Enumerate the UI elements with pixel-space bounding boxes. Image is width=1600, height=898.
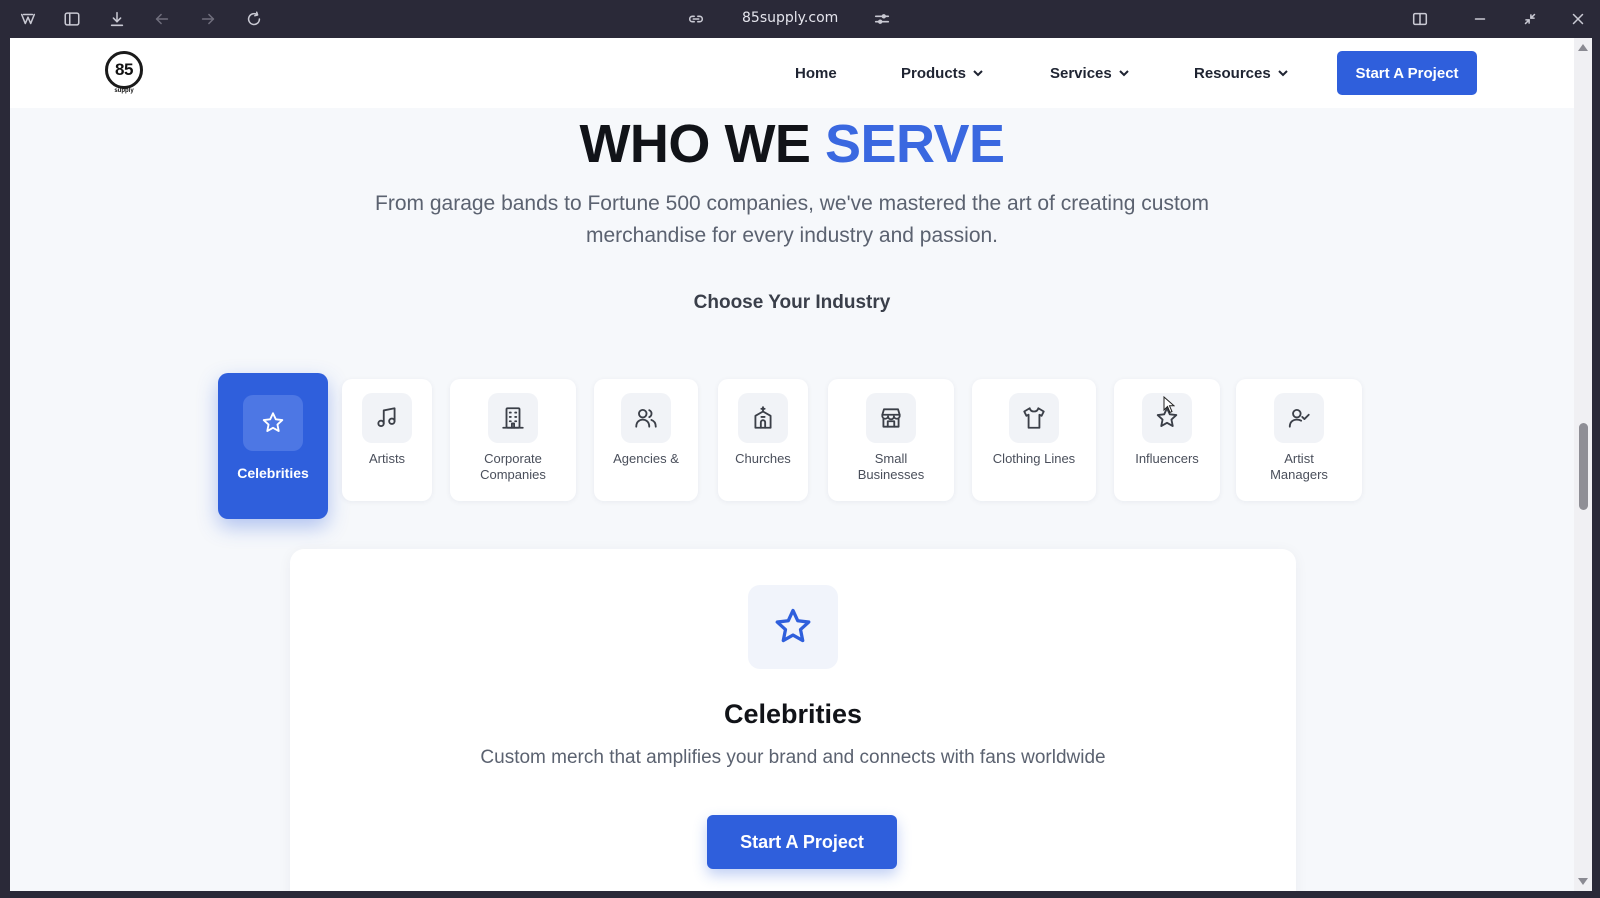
industry-label: Influencers: [1135, 451, 1199, 466]
section-title-main: WHO WE: [579, 114, 825, 174]
industry-label: Clothing Lines: [992, 451, 1076, 466]
industry-detail-panel: Celebrities Custom merch that amplifies …: [290, 549, 1296, 891]
industry-label: Artist Managers: [1270, 451, 1328, 482]
industry-label: Agencies &: [613, 451, 679, 466]
industry-icon-box: [1009, 393, 1059, 443]
chevron-down-icon: [1119, 70, 1129, 77]
section-title-accent: SERVE: [824, 114, 1005, 174]
header-start-project-button[interactable]: Start A Project: [1337, 51, 1477, 95]
nav-services-label: Services: [1050, 64, 1112, 82]
industry-tab-small-businesses[interactable]: Small Businesses: [828, 379, 954, 501]
nav-resources-label: Resources: [1194, 64, 1271, 82]
close-icon[interactable]: [1568, 9, 1588, 29]
chevron-down-icon: [1278, 70, 1288, 77]
building-icon: [502, 407, 524, 429]
industry-tab-artists[interactable]: Artists: [342, 379, 432, 501]
scrollbar-thumb[interactable]: [1579, 423, 1588, 510]
industry-icon-box: [738, 393, 788, 443]
nav-products[interactable]: Products: [901, 38, 984, 108]
detail-start-project-button[interactable]: Start A Project: [707, 815, 897, 869]
sidebar-toggle-icon[interactable]: [62, 9, 82, 29]
logo-subtext: supply: [114, 88, 134, 94]
browser-logo-icon[interactable]: [18, 9, 38, 29]
site-settings-icon[interactable]: [872, 9, 892, 29]
detail-description: Custom merch that amplifies your brand a…: [480, 747, 1106, 768]
choose-industry-label: Choose Your Industry: [693, 292, 891, 313]
industry-label: Churches: [735, 451, 791, 466]
industry-icon-box: [621, 393, 671, 443]
section-title: WHO WE SERVE: [10, 113, 1574, 175]
music-note-icon: [377, 407, 396, 428]
detail-title: Celebrities: [723, 699, 863, 729]
mouse-cursor-icon: [1163, 396, 1175, 414]
user-check-icon: [1288, 408, 1310, 428]
users-icon: [635, 408, 657, 428]
shirt-icon: [1023, 407, 1045, 429]
detail-icon-box: [748, 585, 838, 669]
industry-tab-corporate-companies[interactable]: Corporate Companies: [450, 379, 576, 501]
store-icon: [881, 408, 901, 428]
industry-tab-clothing-lines[interactable]: Clothing Lines: [972, 379, 1096, 501]
industry-tab-artist-managers[interactable]: Artist Managers: [1236, 379, 1362, 501]
industry-tab-agencies[interactable]: Agencies &: [594, 379, 698, 501]
industry-icon-box: [362, 393, 412, 443]
nav-resources[interactable]: Resources: [1194, 38, 1289, 108]
site-header: 85 supply Home Products Services Resourc…: [10, 38, 1574, 108]
industry-label: Artists: [368, 451, 406, 466]
forward-icon[interactable]: [198, 9, 218, 29]
vertical-scrollbar[interactable]: [1574, 38, 1592, 891]
industry-icon-box: [866, 393, 916, 443]
link-icon[interactable]: [686, 9, 706, 29]
page-viewport: 85 supply Home Products Services Resourc…: [10, 38, 1574, 891]
industry-label: Celebrities: [237, 465, 309, 481]
industry-icon-box: [243, 395, 303, 451]
nav-services[interactable]: Services: [1050, 38, 1130, 108]
site-logo[interactable]: 85: [105, 51, 143, 89]
chevron-down-icon: [973, 70, 983, 77]
restore-icon[interactable]: [1520, 9, 1540, 29]
browser-toolbar: 85supply.com: [0, 0, 1600, 38]
download-icon[interactable]: [107, 9, 127, 29]
star-icon: [262, 412, 284, 432]
church-icon: [754, 406, 772, 429]
industry-icon-box: [1274, 393, 1324, 443]
back-icon[interactable]: [152, 9, 172, 29]
reload-icon[interactable]: [244, 9, 264, 29]
minimize-icon[interactable]: [1470, 9, 1490, 29]
section-subtitle: From garage bands to Fortune 500 compani…: [375, 192, 1209, 247]
industry-label: Corporate Companies: [480, 451, 546, 482]
scroll-up-arrow-icon[interactable]: [1578, 44, 1588, 51]
industry-icon-box: [488, 393, 538, 443]
nav-home-label: Home: [795, 64, 837, 82]
logo-text: 85: [115, 60, 133, 79]
star-icon: [775, 608, 811, 643]
url-bar[interactable]: 85supply.com: [742, 10, 838, 26]
nav-products-label: Products: [901, 64, 967, 82]
split-view-icon[interactable]: [1410, 9, 1430, 29]
industry-tab-celebrities[interactable]: Celebrities: [218, 373, 328, 519]
scroll-down-arrow-icon[interactable]: [1578, 878, 1588, 885]
industry-tab-churches[interactable]: Churches: [718, 379, 808, 501]
industry-label: Small Businesses: [857, 451, 925, 482]
nav-home[interactable]: Home: [795, 38, 837, 108]
